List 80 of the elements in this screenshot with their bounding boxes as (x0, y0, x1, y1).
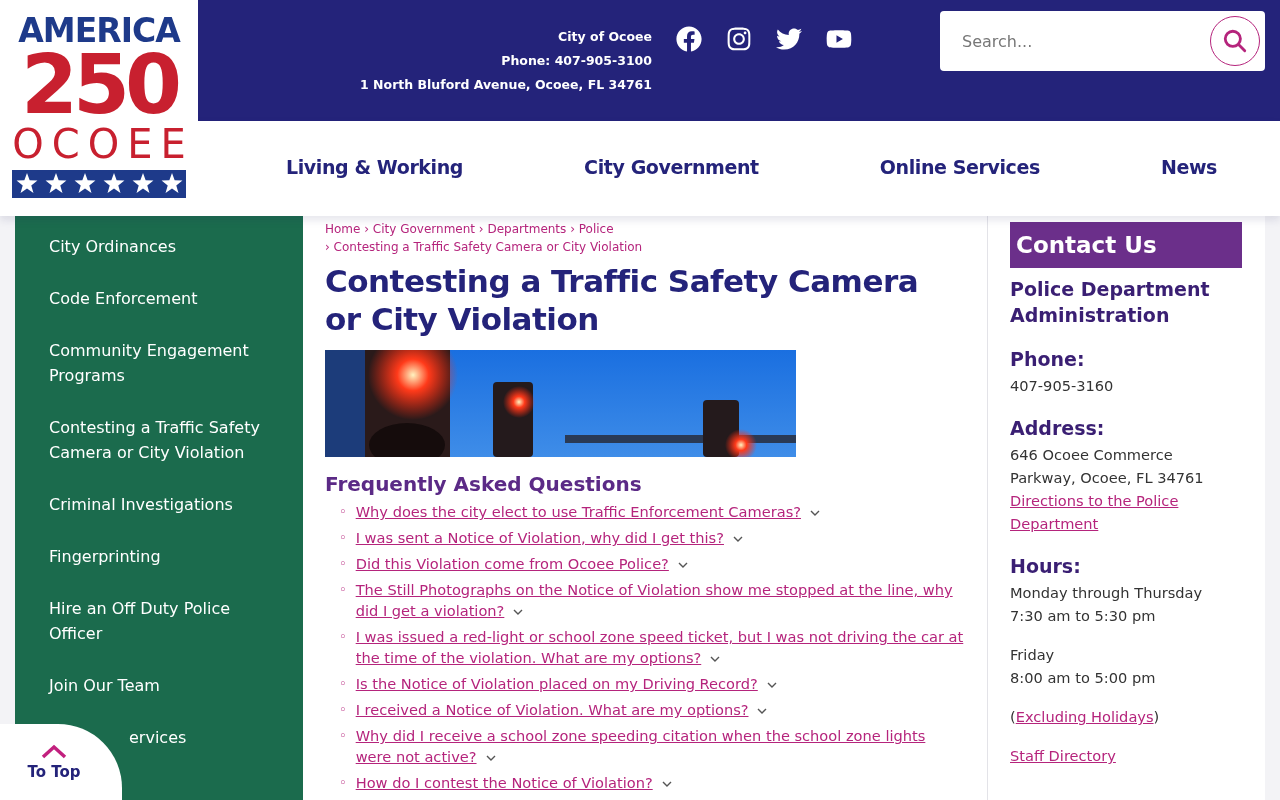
faq-question-link[interactable]: Why does the city elect to use Traffic Enforcement Cameras? (355, 501, 820, 522)
sidebar-link[interactable]: Community Engagement Programs (49, 338, 283, 388)
sidebar-link[interactable]: City Ordinances (49, 234, 176, 259)
hours-label: Hours: (1010, 554, 1082, 579)
chevron-down-icon (661, 780, 672, 788)
chevron-down-icon (732, 535, 743, 543)
hours-text: Monday through Thursday (1010, 583, 1203, 603)
nav-link[interactable]: Living & Working (286, 155, 464, 178)
faq-question-link[interactable]: I was sent a Notice of Violation, why did I get this? (355, 527, 743, 548)
facebook-icon (676, 26, 702, 52)
breadcrumb-link[interactable]: › Contesting a Traffic Safety Camera or City Violation (325, 238, 643, 256)
faq-heading: Frequently Asked Questions (325, 471, 643, 497)
hours-text: Friday (1010, 645, 1055, 665)
social-link[interactable] (726, 26, 752, 52)
bullet: ◦ (339, 503, 347, 521)
search-field[interactable]: Search... (960, 30, 1210, 52)
directions-link[interactable]: Directions to the Police Department (1010, 489, 1242, 535)
bullet: ◦ (339, 675, 347, 693)
page-title: Contesting a Traffic Safety Camera or City Violation (325, 262, 920, 338)
staff-directory-link[interactable]: Staff Directory (1010, 744, 1116, 767)
bullet: ◦ (339, 727, 347, 745)
faq-question-link[interactable]: How do I contest the Notice of Violation? (355, 772, 672, 793)
logo-text: OCOEE (12, 122, 194, 166)
faq-question-link[interactable]: Why did I receive a school zone speeding citation when the school zone lights were not active? (355, 725, 965, 767)
chevron-down-icon (766, 681, 777, 689)
logo-text: AMERICA (18, 14, 180, 48)
sidebar-link[interactable]: ervices (129, 725, 187, 750)
contact-text: Phone: 407-905-3100 (501, 52, 652, 70)
faq-question-link[interactable]: The Still Photographs on the Notice of Violation show me stopped at the line, why did I get a violation? (355, 579, 965, 621)
faq-question-link[interactable]: Did this Violation come from Ocoee Police? (355, 553, 688, 574)
sidebar-link[interactable]: Contesting a Traffic Safety Camera or City Violation (49, 415, 283, 465)
social-link[interactable] (676, 26, 702, 52)
paren-text: ( (1010, 708, 1016, 725)
hours-text: 7:30 am to 5:30 pm (1010, 606, 1156, 626)
chevron-down-icon (710, 655, 721, 663)
logo[interactable]: AMERICA 250 OCOEE (0, 0, 198, 216)
twitter-icon (776, 26, 802, 52)
bullet: ◦ (339, 701, 347, 719)
search-button[interactable] (1210, 16, 1260, 66)
faq-question-link[interactable]: Is the Notice of Violation placed on my Driving Record? (355, 673, 777, 694)
instagram-icon (726, 26, 752, 52)
bullet: ◦ (339, 774, 347, 792)
search-icon (1222, 28, 1248, 54)
contact-heading: Contact Us (1010, 222, 1242, 268)
bullet: ◦ (339, 628, 347, 646)
social-link[interactable] (776, 26, 802, 52)
contact-text: 1 North Bluford Avenue, Ocoee, FL 34761 (360, 76, 652, 94)
sidebar-link[interactable]: Join Our Team (49, 673, 160, 698)
department-name: Police Department Administration (1010, 277, 1211, 328)
chevron-down-icon (485, 754, 496, 762)
phone-number: 407-905-3160 (1010, 376, 1114, 396)
sidebar-link[interactable]: Fingerprinting (49, 544, 161, 569)
phone-label: Phone: (1010, 347, 1086, 372)
search-bar[interactable]: Search... (940, 11, 1265, 71)
chevron-down-icon (757, 707, 768, 715)
faq-question-link[interactable]: I was issued a red-light or school zone speed ticket, but I was not driving the car at the time of the violation. What are my options? (355, 626, 965, 668)
contact-text: City of Ocoee (558, 28, 652, 46)
sidebar-link[interactable]: Criminal Investigations (49, 492, 233, 517)
address-label: Address: (1010, 416, 1106, 441)
sidebar-link[interactable]: Hire an Off Duty Police Officer (49, 596, 283, 646)
to-top-button[interactable]: To Top (0, 724, 122, 800)
address-text: 646 Ocoee Commerce Parkway, Ocoee, FL 34761 (1010, 445, 1205, 488)
logo-number: 250 (20, 48, 178, 122)
breadcrumb-link[interactable]: Home › City Government › Departments › Police (325, 220, 614, 238)
chevron-down-icon (810, 509, 820, 517)
faq-question-link[interactable]: I received a Notice of Violation. What are my options? (355, 699, 768, 720)
bullet: ◦ (339, 529, 347, 547)
sidebar-link[interactable]: Code Enforcement (49, 286, 198, 311)
chevron-down-icon (513, 608, 524, 616)
holidays-link[interactable]: Excluding Holidays (1015, 708, 1154, 725)
chevron-down-icon (677, 561, 688, 569)
nav-link[interactable]: News (1160, 155, 1217, 178)
nav-link[interactable]: City Government (584, 155, 759, 178)
bullet: ◦ (339, 555, 347, 573)
hours-text: 8:00 am to 5:00 pm (1010, 668, 1156, 688)
nav-link[interactable]: Online Services (879, 155, 1040, 178)
stars-icon (12, 170, 186, 198)
bullet: ◦ (339, 581, 347, 599)
chevron-up-icon (41, 743, 67, 759)
paren-text: ) (1153, 708, 1160, 725)
